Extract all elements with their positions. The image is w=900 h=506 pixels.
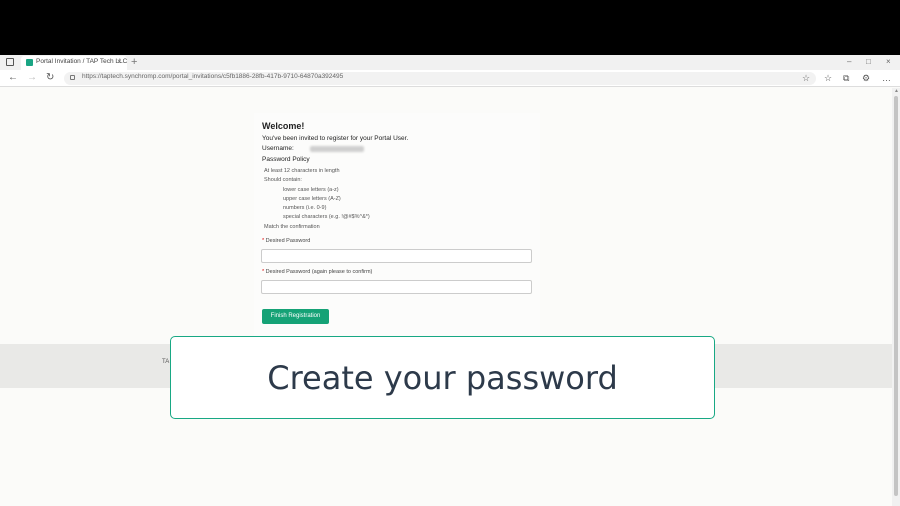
scrollbar[interactable]: ▲ — [892, 88, 900, 506]
policy-length: At least 12 characters in length — [264, 168, 340, 174]
desired-password-field[interactable] — [261, 249, 532, 263]
new-tab-icon[interactable]: + — [131, 55, 137, 69]
tab-portal-invitation[interactable]: Portal Invitation / TAP Tech LLC × — [21, 56, 127, 70]
username-value-redacted — [310, 146, 364, 152]
close-icon[interactable]: × — [117, 57, 122, 67]
required-marker: * — [262, 238, 265, 244]
page-title: Welcome! — [262, 121, 305, 131]
caption-overlay: Create your password — [170, 336, 715, 419]
registration-card: Welcome! You've been invited to register… — [254, 113, 540, 338]
confirm-password-label: * Desired Password (again please to conf… — [262, 269, 372, 275]
lock-icon — [70, 75, 75, 80]
url-text: https://taptech.synchromp.com/portal_inv… — [82, 73, 344, 80]
policy-upper: upper case letters (A-Z) — [283, 196, 341, 202]
browser-window: Portal Invitation / TAP Tech LLC × + – □… — [0, 55, 900, 506]
favicon-icon — [26, 59, 33, 66]
tab-strip: Portal Invitation / TAP Tech LLC × + – □… — [0, 55, 900, 70]
forward-icon[interactable]: → — [27, 71, 37, 85]
favorites-icon[interactable]: ☆ — [824, 72, 832, 84]
close-window-icon[interactable]: × — [886, 56, 891, 68]
page-viewport: Welcome! You've been invited to register… — [0, 88, 892, 506]
scroll-thumb[interactable] — [894, 96, 898, 496]
browser-toolbar: ← → ↻ https://taptech.synchromp.com/port… — [0, 70, 900, 87]
back-icon[interactable]: ← — [8, 71, 18, 85]
confirm-password-field[interactable] — [261, 280, 532, 294]
finish-registration-button[interactable]: Finish Registration — [262, 309, 329, 324]
invited-text: You've been invited to register for your… — [262, 135, 409, 142]
scroll-up-icon[interactable]: ▲ — [894, 88, 899, 94]
policy-match: Match the confirmation — [264, 224, 320, 230]
desired-password-label-text: Desired Password — [265, 238, 311, 244]
caption-text: Create your password — [267, 359, 618, 397]
address-bar[interactable]: https://taptech.synchromp.com/portal_inv… — [64, 72, 816, 85]
read-aloud-icon[interactable]: ☆ — [802, 72, 810, 84]
letterbox-top — [0, 0, 900, 55]
collections-icon[interactable]: ⧉ — [843, 72, 849, 84]
tab-title: Portal Invitation / TAP Tech LLC — [36, 58, 128, 65]
required-marker: * — [262, 269, 265, 275]
minimize-icon[interactable]: – — [847, 56, 851, 68]
policy-should-contain: Should contain: — [264, 177, 302, 183]
policy-numbers: numbers (i.e. 0-9) — [283, 205, 327, 211]
more-icon[interactable]: … — [882, 72, 891, 84]
password-policy-title: Password Policy — [262, 156, 310, 163]
refresh-icon[interactable]: ↻ — [46, 71, 54, 85]
footer-text: TA — [162, 359, 170, 365]
maximize-icon[interactable]: □ — [866, 56, 871, 68]
confirm-password-label-text: Desired Password (again please to confir… — [265, 269, 373, 275]
desired-password-label: * Desired Password — [262, 238, 310, 244]
username-label: Username: — [262, 145, 294, 152]
gear-icon[interactable]: ⚙ — [862, 72, 870, 84]
policy-special: special characters (e.g. !@#$%^&*) — [283, 214, 370, 220]
workspaces-icon[interactable] — [6, 58, 14, 66]
policy-lower: lower case letters (a-z) — [283, 187, 339, 193]
